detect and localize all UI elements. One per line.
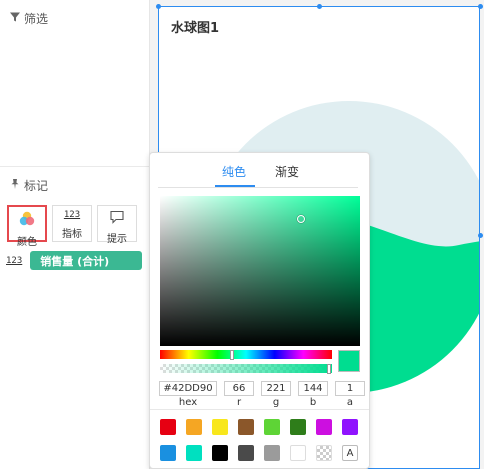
tab-solid-color[interactable]: 纯色 [222,163,246,180]
hex-caption: hex [178,397,198,408]
color-swatch[interactable] [264,445,280,461]
swatch-transparent[interactable] [316,445,332,461]
marks-buttons: 颜色 123 指标 提示 [7,205,137,248]
color-swatch[interactable] [160,419,176,435]
metric-mark-label: 指标 [62,229,82,240]
color-swatch[interactable] [264,419,280,435]
alpha-slider[interactable] [160,364,332,374]
color-mark-button[interactable]: 颜色 [7,205,47,248]
a-input[interactable] [335,381,365,396]
b-input[interactable] [298,381,328,396]
hex-input[interactable] [159,381,217,396]
filter-icon [9,11,21,26]
tab-gradient[interactable]: 渐变 [275,163,299,180]
color-swatch[interactable] [212,445,228,461]
pin-icon [9,178,21,193]
preset-swatches: A [160,419,358,461]
alpha-gradient [160,364,332,373]
resize-handle-top-left[interactable] [156,4,161,9]
swatch-text-color[interactable]: A [342,445,358,461]
marks-header: 标记 [9,177,48,194]
a-caption: a [346,397,354,408]
color-preview-swatch [338,350,360,372]
tooltip-mark-label: 提示 [107,234,127,245]
tooltip-icon [109,209,125,228]
color-swatch[interactable] [160,445,176,461]
active-tab-indicator [215,185,255,187]
g-caption: g [272,397,280,408]
r-input-group: r [224,381,254,408]
hue-slider[interactable] [160,350,332,360]
g-input-group: g [261,381,291,408]
resize-handle-top-right[interactable] [478,4,483,9]
measure-pill[interactable]: 销售量 (合计) [30,251,143,270]
color-swatch[interactable] [238,445,254,461]
filter-section: 筛选 [0,0,149,167]
marks-label: 标记 [24,179,49,193]
metric-mark-button[interactable]: 123 指标 [52,205,92,242]
number-123-icon: 123 [63,210,81,220]
color-swatch[interactable] [290,445,306,461]
resize-handle-right[interactable] [478,233,483,238]
sv-black-layer [160,196,360,346]
saturation-value-area[interactable] [160,196,360,346]
color-swatch[interactable] [212,419,228,435]
r-caption: r [236,397,242,408]
tooltip-mark-button[interactable]: 提示 [97,205,137,245]
color-palette-icon [18,210,36,231]
r-input[interactable] [224,381,254,396]
color-picker-popover: 纯色 渐变 hex r g b [149,152,370,469]
measure-field-row: 123 销售量 (合计) [6,251,143,270]
b-caption: b [309,397,317,408]
sv-cursor[interactable] [297,215,305,223]
a-input-group: a [335,381,365,408]
number-type-icon: 123 [6,255,23,266]
g-input[interactable] [261,381,291,396]
color-swatch[interactable] [186,445,202,461]
picker-divider [150,409,369,410]
color-inputs: hex r g b a [159,381,365,408]
color-swatch[interactable] [290,419,306,435]
picker-tabs: 纯色 渐变 [158,161,358,188]
filter-label: 筛选 [24,12,49,26]
b-input-group: b [298,381,328,408]
measure-pill-label: 销售量 (合计) [40,254,110,268]
color-swatch[interactable] [316,419,332,435]
color-swatch[interactable] [186,419,202,435]
hue-slider-knob[interactable] [230,350,234,360]
hex-input-group: hex [159,381,217,408]
left-panel: 筛选 标记 颜色 123 指标 提示 123 销售量 (合计) [0,0,150,469]
filter-header[interactable]: 筛选 [9,10,48,27]
color-swatch[interactable] [238,419,254,435]
alpha-slider-knob[interactable] [327,364,331,374]
color-mark-label: 颜色 [17,237,37,248]
color-swatch[interactable] [342,419,358,435]
resize-handle-top[interactable] [317,4,322,9]
